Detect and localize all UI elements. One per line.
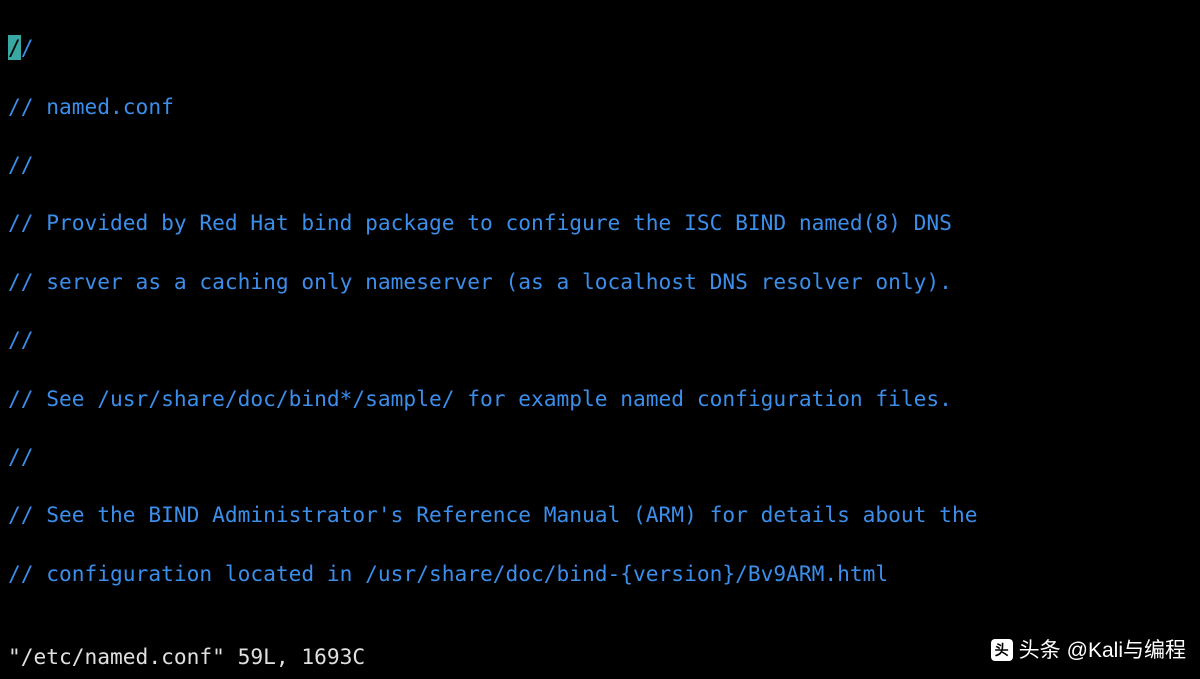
code-line: // See the BIND Administrator's Referenc… xyxy=(8,500,1192,529)
comment-text: / xyxy=(21,35,34,60)
cursor: / xyxy=(8,35,21,60)
vim-status-line: "/etc/named.conf" 59L, 1693C xyxy=(8,642,365,671)
code-line: // Provided by Red Hat bind package to c… xyxy=(8,208,1192,237)
code-line: // xyxy=(8,150,1192,179)
code-line: // See /usr/share/doc/bind*/sample/ for … xyxy=(8,384,1192,413)
code-line: // named.conf xyxy=(8,92,1192,121)
code-line: // xyxy=(8,33,1192,62)
watermark-label: 头条 xyxy=(1019,636,1061,665)
watermark-handle: @Kali与编程 xyxy=(1067,636,1186,665)
code-line: // server as a caching only nameserver (… xyxy=(8,267,1192,296)
terminal-editor[interactable]: // // named.conf // // Provided by Red H… xyxy=(0,0,1200,679)
code-line: // configuration located in /usr/share/d… xyxy=(8,559,1192,588)
watermark: 头 头条 @Kali与编程 xyxy=(991,636,1186,665)
file-stats: 59L, 1693C xyxy=(238,644,366,669)
file-path: "/etc/named.conf" xyxy=(8,644,225,669)
code-line: // xyxy=(8,325,1192,354)
watermark-icon: 头 xyxy=(991,639,1013,661)
code-line: // xyxy=(8,442,1192,471)
